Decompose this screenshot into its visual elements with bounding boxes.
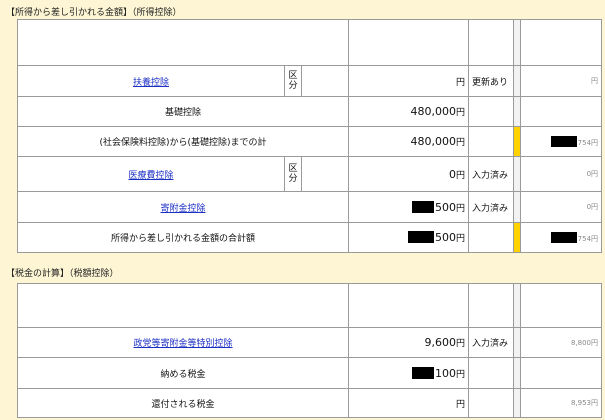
status-cell [468,96,515,127]
amount-cell: 円 [348,65,470,97]
political-donation-credit-link[interactable]: 政党等寄附金等特別控除 [133,339,232,349]
status-cell: 入力済み [468,327,514,358]
reference-cell: 円 [520,65,603,97]
kubun-value [300,65,350,97]
amount-cell: 500円 [348,222,470,253]
amount-cell: 480,000円 [348,126,470,157]
row-label: 所得から差し引かれる金額の合計額 [16,222,350,253]
row-label: 納める税金 [17,357,349,389]
status-cell: 更新あり [468,65,515,97]
row-label: (社会保険料控除)から(基礎控除)までの計 [16,126,350,157]
amount-cell: 0円 [348,156,470,192]
kubun-value [300,156,350,192]
redaction-box [408,231,435,243]
header-amount-after: 更正の請求・修正申告後の金額 [348,19,470,66]
table-row: 基礎控除 480,000円 [16,96,603,127]
reference-cell: 754円 [520,222,603,253]
reference-cell: 754円 [520,126,603,157]
column-separator [513,283,521,328]
amount-cell: 円 [348,388,469,418]
kubun-label: 区分 [284,65,302,97]
status-cell: 入力済み [468,156,515,192]
status-cell [468,126,515,157]
reference-cell [520,96,603,127]
section-caption-deductions: 【所得から差し引かれる金額】（所得控除） [6,8,182,18]
dependent-deduction-link[interactable]: 扶養控除 [133,78,169,88]
status-cell [468,388,514,418]
reference-cell: 8,953円 [520,388,602,418]
table-header-row: 項目 更正の請求・修正申告後の金額 入力確認 （参考）更正の請求・修正申告前の金… [16,19,603,66]
column-separator [513,19,522,66]
table-row: (社会保険料控除)から(基礎控除)までの計 480,000円 754円 [16,126,603,157]
table-row: 所得から差し引かれる金額の合計額 500円 754円 [16,222,603,253]
redaction-box [550,231,577,243]
table-row: 還付される税金 円 8,953円 [17,388,602,418]
tax-calculation-table: 項目 更正の請求・修正申告後の金額 入力確認 （参考）更正の請求・修正申告前の金… [17,283,602,418]
donation-deduction-link[interactable]: 寄附金控除 [161,204,206,214]
table-row: 扶養控除 区分 円 更新あり 円 [17,65,603,97]
row-label: 基礎控除 [16,96,350,127]
status-cell [468,222,515,253]
table-row: 寄附金控除 500円 入力済み 0円 [16,191,603,223]
table-row: 政党等寄附金等特別控除 9,600円 入力済み 8,800円 [17,327,602,358]
header-item: 項目 [17,283,349,328]
amount-cell: 480,000円 [348,96,470,127]
reference-cell: 0円 [520,191,603,223]
medical-expense-deduction-link[interactable]: 医療費控除 [128,171,173,181]
table-header-row: 項目 更正の請求・修正申告後の金額 入力確認 （参考）更正の請求・修正申告前の金… [17,283,602,328]
header-reference: （参考）更正の請求・修正申告前の金額 [520,19,603,66]
row-label: 還付される税金 [17,388,349,418]
redaction-box [411,366,434,379]
status-cell: 入力済み [468,191,515,223]
header-input-check: 入力確認 [468,283,514,328]
income-deductions-table: 項目 更正の請求・修正申告後の金額 入力確認 （参考）更正の請求・修正申告前の金… [16,19,603,253]
header-amount-after: 更正の請求・修正申告後の金額 [348,283,469,328]
header-input-check: 入力確認 [468,19,515,66]
table-row: 納める税金 100円 [17,357,602,389]
reference-cell: 0円 [520,156,603,192]
table-row: 医療費控除 区分 0円 入力済み 0円 [17,156,603,192]
reference-cell [520,357,602,389]
status-cell [468,357,514,389]
header-reference: （参考）更正の請求・修正申告前の金額 [520,283,602,328]
amount-cell: 100円 [348,357,469,389]
section-caption-tax-calculation: 【税金の計算】（税額控除） [6,269,119,279]
amount-cell: 9,600円 [348,327,469,358]
redaction-box [412,200,435,213]
header-item: 項目 [16,19,350,66]
amount-cell: 500円 [348,191,470,223]
kubun-label: 区分 [284,156,302,192]
redaction-box [550,135,577,147]
reference-cell: 8,800円 [520,327,602,358]
